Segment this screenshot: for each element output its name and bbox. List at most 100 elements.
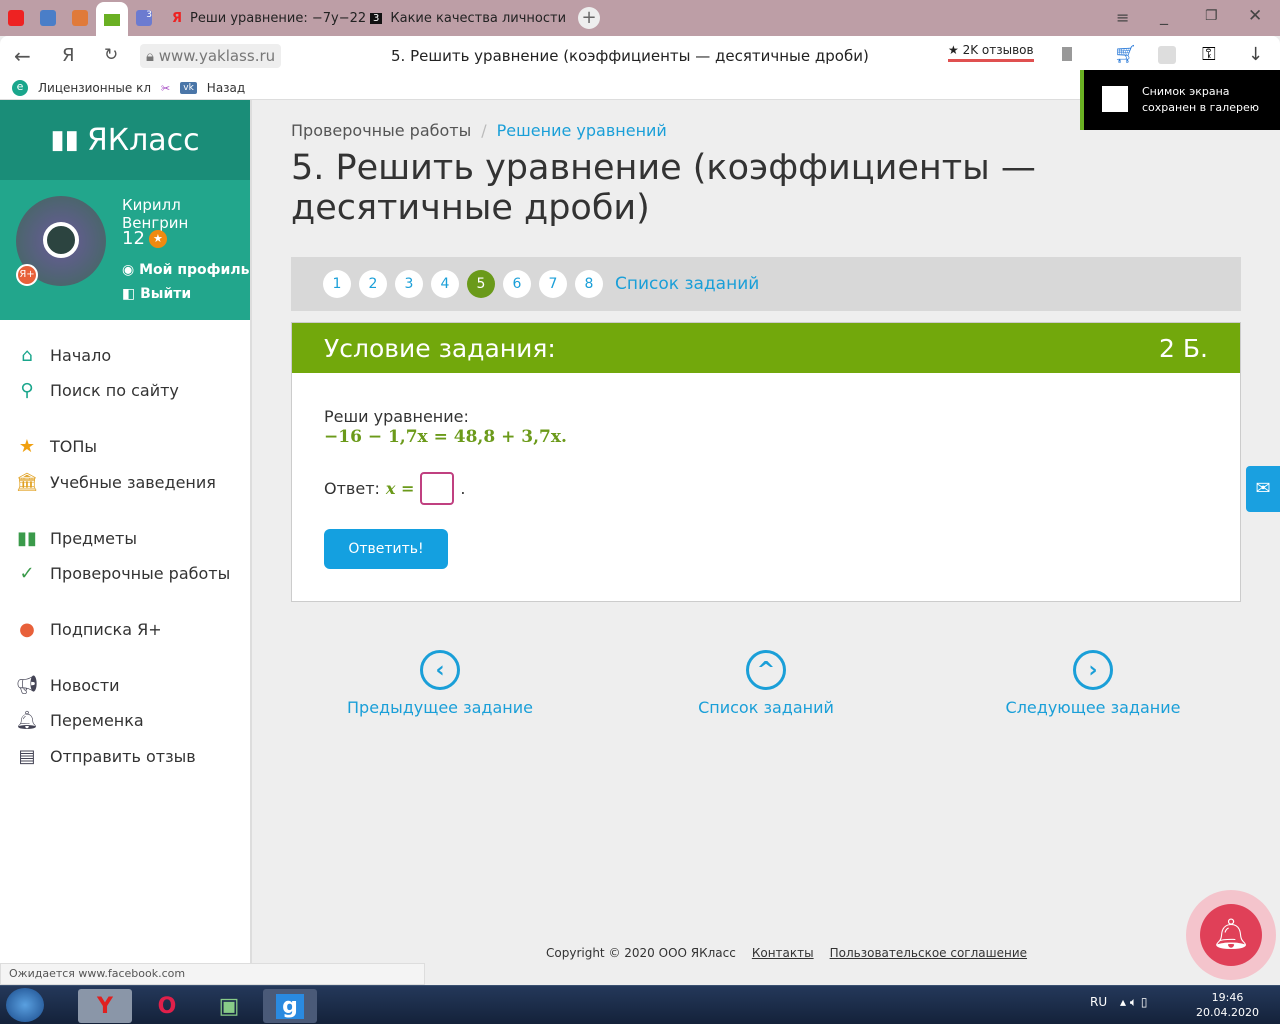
check-icon: ✓ <box>19 562 35 584</box>
sidebar-item-news[interactable]: 📢︎ Новости <box>16 674 120 696</box>
next-task-link[interactable]: › Следующее задание <box>993 650 1193 717</box>
page-2[interactable]: 2 <box>359 270 387 298</box>
opera-taskbar-button[interactable]: O <box>140 989 194 1023</box>
agreement-link[interactable]: Пользовательское соглашение <box>830 946 1027 960</box>
bookmark-back[interactable]: Назад <box>207 81 245 95</box>
submit-button[interactable]: Ответить! <box>324 529 448 569</box>
url-field[interactable]: 🔒︎ www.yaklass.ru <box>140 44 282 68</box>
task-header: Условие задания: 2 Б. <box>292 323 1240 373</box>
cart-icon[interactable]: 🛒︎ <box>1114 44 1137 65</box>
yandex-taskbar-button[interactable]: Y <box>78 989 132 1023</box>
znanija-icon: 3 <box>370 12 383 24</box>
sidebar-item-subjects[interactable]: ▮▮ Предметы <box>16 527 137 549</box>
user-name[interactable]: Кирилл Венгрин <box>122 196 250 232</box>
restore-button[interactable]: ❐ <box>1205 8 1218 24</box>
answer-input[interactable] <box>420 472 455 505</box>
feedback-icon: ▤ <box>18 745 36 767</box>
breadcrumb-tests[interactable]: Проверочные работы <box>291 121 471 140</box>
bookmark-icon[interactable] <box>1062 47 1072 61</box>
star-icon: ★ <box>18 435 36 457</box>
profile-panel: Я+ Кирилл Венгрин 12 ★ ◉ Мой профиль ◧ Вы… <box>0 180 250 320</box>
sidebar: ▮▮ ЯКласс Я+ Кирилл Венгрин 12 ★ ◉ Мой про… <box>0 100 252 985</box>
taskbar: Y O ▣ g RU ▴ 🔈︎ ▯ 19:46 20.04.2020 <box>0 985 1280 1024</box>
my-profile-link[interactable]: ◉ Мой профиль <box>122 262 249 278</box>
chevron-right-icon: › <box>1073 650 1113 690</box>
vk-icon: vk <box>180 82 197 94</box>
chevron-up-icon: ^ <box>746 650 786 690</box>
sidebar-item-home[interactable]: ⌂ Начало <box>16 344 111 366</box>
ya-plus-badge: Я+ <box>16 264 38 286</box>
menu-icon[interactable]: ≡ <box>1116 8 1129 27</box>
status-bar: Ожидается www.facebook.com <box>0 963 425 985</box>
logout-link[interactable]: ◧ Выйти <box>122 286 191 302</box>
close-button[interactable]: ✕ <box>1248 6 1262 26</box>
tray-icons[interactable]: ▴ 🔈︎ ▯ <box>1120 995 1147 1010</box>
sidebar-item-break[interactable]: 🔔︎ Переменка <box>16 709 144 731</box>
task-list-nav-link[interactable]: ^ Список заданий <box>666 650 866 717</box>
youtube-tab-icon[interactable] <box>8 10 24 26</box>
extension-icon[interactable] <box>1158 46 1176 64</box>
clock[interactable]: 19:46 20.04.2020 <box>1196 990 1259 1020</box>
reload-icon[interactable]: ↻ <box>104 45 118 65</box>
sidebar-item-schools[interactable]: 🏛︎ Учебные заведения <box>16 471 216 493</box>
tab-equation[interactable]: Я Реши уравнение: −7y−22 <box>172 0 366 36</box>
book-icon: ▮▮ <box>17 527 37 549</box>
page-1[interactable]: 1 <box>323 270 351 298</box>
page-title: 5. Решить уравнение (коэффициенты — деся… <box>291 148 1036 228</box>
sidebar-item-tests[interactable]: ✓ Проверочные работы <box>16 562 230 584</box>
e-icon: e <box>12 80 28 96</box>
reviews-badge[interactable]: ★ 2K отзывов <box>948 43 1034 62</box>
equation: −16 − 1,7x = 48,8 + 3,7x. <box>324 427 567 447</box>
breadcrumb: Проверочные работы / Решение уравнений <box>291 121 667 140</box>
task-list-link[interactable]: Список заданий <box>615 274 759 294</box>
sidebar-item-tops[interactable]: ★ ТОПы <box>16 435 97 457</box>
prev-task-link[interactable]: ‹ Предыдущее задание <box>340 650 540 717</box>
bookmark-icon-2[interactable]: ✂ <box>161 82 170 95</box>
new-tab-button[interactable]: + <box>578 7 600 29</box>
sidebar-item-subscription[interactable]: ● Подписка Я+ <box>16 618 161 640</box>
page-3[interactable]: 3 <box>395 270 423 298</box>
bookmark-licenses[interactable]: Лицензионные кл <box>38 81 151 95</box>
breadcrumb-equations[interactable]: Решение уравнений <box>497 121 667 140</box>
language-indicator[interactable]: RU <box>1090 995 1107 1009</box>
page-7[interactable]: 7 <box>539 270 567 298</box>
task-card: Условие задания: 2 Б. Реши уравнение: −16… <box>291 322 1241 602</box>
bell-icon: 🔔︎ <box>15 709 39 731</box>
points: 12 <box>122 228 145 249</box>
chat-tab-icon[interactable] <box>40 10 56 26</box>
page-4[interactable]: 4 <box>431 270 459 298</box>
sidebar-item-feedback[interactable]: ▤ Отправить отзыв <box>16 745 195 767</box>
screenshot-notification[interactable]: Снимок экрана сохранен в галерею <box>1080 70 1280 130</box>
minimize-button[interactable]: _ <box>1160 6 1168 25</box>
search-icon: ⚲ <box>20 379 34 401</box>
start-button[interactable] <box>6 988 44 1022</box>
page-6[interactable]: 6 <box>503 270 531 298</box>
notification-bell-button[interactable]: 🔔︎ <box>1186 890 1276 980</box>
active-tab[interactable] <box>96 2 128 36</box>
g-taskbar-button[interactable]: g <box>263 989 317 1023</box>
page-title-bar: 5. Решить уравнение (коэффициенты — деся… <box>391 47 869 65</box>
footer: Copyright © 2020 ООО ЯКласс Контакты Пол… <box>546 946 1027 960</box>
browser-tab-bar: 3 Я Реши уравнение: −7y−22 3 Какие качеств… <box>0 0 1280 36</box>
fox-tab-icon[interactable] <box>72 10 88 26</box>
tab-qualities[interactable]: 3 Какие качества личности <box>370 0 566 36</box>
page-5-current[interactable]: 5 <box>467 270 495 298</box>
app-taskbar-button[interactable]: ▣ <box>202 989 256 1023</box>
contacts-link[interactable]: Контакты <box>752 946 814 960</box>
logo[interactable]: ▮▮ ЯКласс <box>0 100 250 180</box>
copyright: Copyright © 2020 ООО ЯКласс <box>546 946 736 960</box>
chevron-left-icon: ‹ <box>420 650 460 690</box>
download-icon[interactable]: ↓ <box>1248 44 1263 65</box>
mail-icon[interactable]: ✉ <box>1246 466 1280 512</box>
translate-icon[interactable]: ⚿ <box>1202 44 1216 65</box>
yandex-home-icon[interactable]: Я <box>62 45 75 66</box>
news-icon: 📢︎ <box>15 674 39 696</box>
subscription-icon: ● <box>19 618 35 640</box>
yandex-icon: Я <box>172 10 183 26</box>
tab-badge[interactable]: 3 <box>136 10 152 26</box>
page-8[interactable]: 8 <box>575 270 603 298</box>
school-icon: 🏛︎ <box>15 471 39 493</box>
sidebar-item-search[interactable]: ⚲ Поиск по сайту <box>16 379 178 401</box>
task-pagination: 1 2 3 4 5 6 7 8 Список заданий <box>291 257 1241 311</box>
back-icon[interactable]: ← <box>14 44 31 68</box>
